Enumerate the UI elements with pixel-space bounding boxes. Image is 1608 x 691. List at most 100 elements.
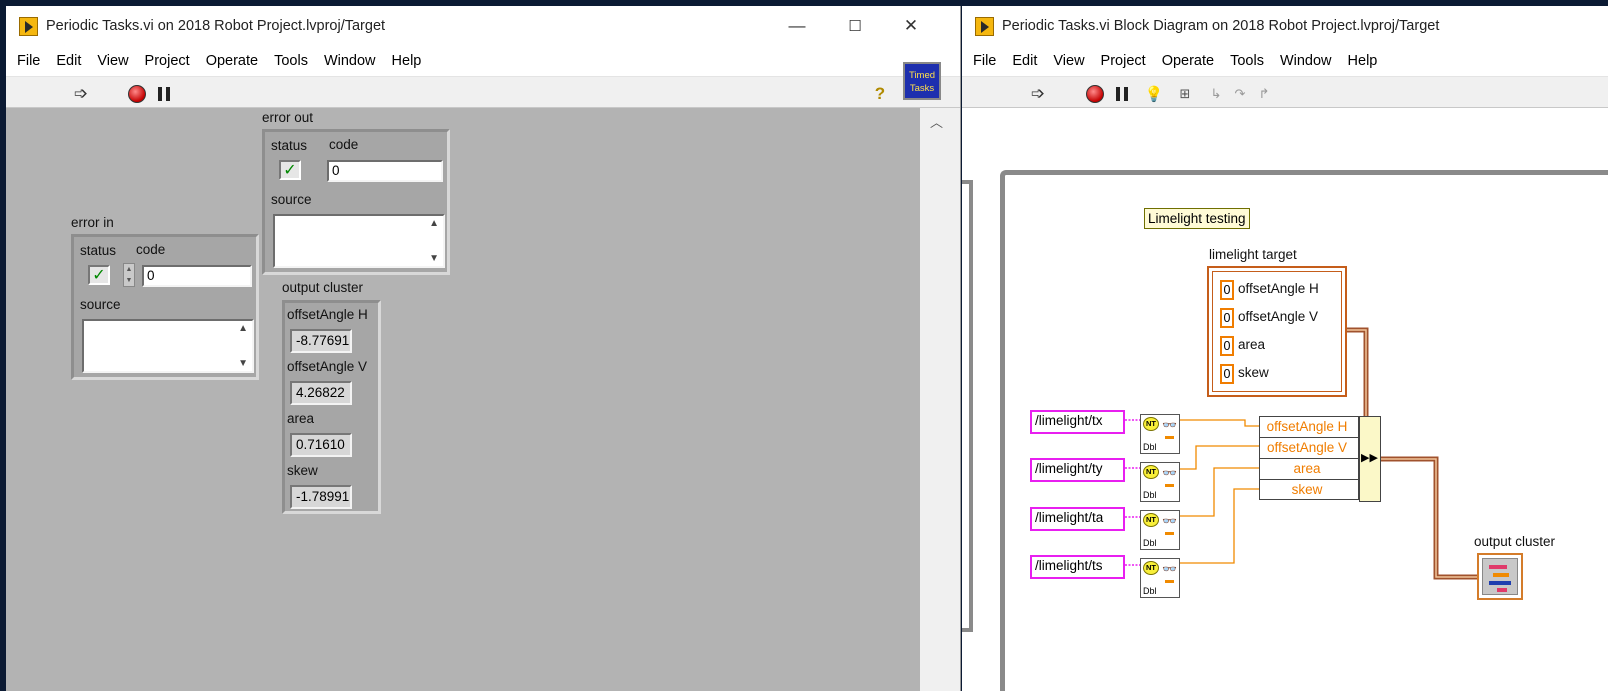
- abort-icon[interactable]: [1086, 85, 1104, 103]
- read-glasses-icon: 👓: [1162, 514, 1177, 528]
- labview-vi-icon: [975, 16, 994, 36]
- offset-angle-h-name: offsetAngle H: [1238, 281, 1319, 296]
- front-panel-scrollbar[interactable]: ︿: [920, 108, 960, 691]
- nt-read-dbl-node[interactable]: NT 👓 Dbl: [1140, 510, 1180, 550]
- limelight-target-cluster-constant[interactable]: 0 offsetAngle H 0 offsetAngle V 0 area 0…: [1207, 266, 1347, 397]
- output-cluster-label: output cluster: [282, 280, 364, 295]
- maximize-button[interactable]: ☐: [826, 6, 884, 46]
- bundle-by-name-node[interactable]: offsetAngle H offsetAngle V area skew: [1259, 416, 1359, 500]
- close-button[interactable]: ✕: [882, 6, 940, 46]
- limelight-tx-constant[interactable]: /limelight/tx: [1030, 410, 1125, 434]
- menu-help[interactable]: Help: [384, 47, 430, 75]
- scroll-up-icon[interactable]: ▲: [429, 218, 439, 229]
- offset-angle-v-label: offsetAngle V: [287, 359, 368, 374]
- nt-icon: NT: [1143, 561, 1159, 575]
- menu-project[interactable]: Project: [1093, 47, 1154, 75]
- block-diagram-menu-bar: File Edit View Project Operate Tools Win…: [962, 46, 1608, 76]
- error-in-cluster: status code ✓ ▲ ▼ 0 source ▲ ▼: [71, 234, 259, 380]
- error-out-source-label: source: [271, 192, 312, 207]
- read-glasses-icon: 👓: [1162, 466, 1177, 480]
- menu-edit[interactable]: Edit: [48, 47, 89, 75]
- dbl-label: Dbl: [1143, 442, 1157, 452]
- minimize-button[interactable]: —: [768, 6, 826, 46]
- bundle-field-offset-angle-h[interactable]: offsetAngle H: [1260, 417, 1358, 438]
- area-label: area: [287, 411, 315, 426]
- menu-edit[interactable]: Edit: [1004, 47, 1045, 75]
- outer-loop-edge: [962, 180, 973, 632]
- abort-icon[interactable]: [128, 85, 146, 103]
- menu-operate[interactable]: Operate: [1154, 47, 1222, 75]
- nt-read-dbl-node[interactable]: NT 👓 Dbl: [1140, 558, 1180, 598]
- timed-tasks-line2: Tasks: [909, 83, 935, 94]
- menu-view[interactable]: View: [1045, 47, 1092, 75]
- error-in-code-field[interactable]: 0: [142, 265, 252, 287]
- pause-icon[interactable]: [158, 87, 170, 101]
- menu-project[interactable]: Project: [137, 47, 198, 75]
- check-icon[interactable]: ✓: [88, 265, 110, 285]
- menu-tools[interactable]: Tools: [1222, 47, 1272, 75]
- error-in-label: error in: [71, 215, 114, 230]
- read-glasses-icon: 👓: [1162, 562, 1177, 576]
- block-diagram-title-bar[interactable]: Periodic Tasks.vi Block Diagram on 2018 …: [962, 6, 1608, 46]
- offset-angle-h-label: offsetAngle H: [287, 307, 368, 322]
- error-out-source-field[interactable]: ▲ ▼: [273, 214, 445, 268]
- scroll-up-icon[interactable]: ▲: [238, 323, 248, 334]
- bundle-field-area[interactable]: area: [1260, 459, 1358, 480]
- help-icon[interactable]: ?: [870, 84, 890, 104]
- menu-window[interactable]: Window: [316, 47, 384, 75]
- menu-file[interactable]: File: [9, 47, 48, 75]
- limelight-ts-constant[interactable]: /limelight/ts: [1030, 555, 1125, 579]
- limelight-ta-constant[interactable]: /limelight/ta: [1030, 507, 1125, 531]
- offset-angle-h-const[interactable]: 0: [1220, 280, 1234, 300]
- area-const[interactable]: 0: [1220, 336, 1234, 356]
- output-cluster-terminal-label: output cluster: [1474, 534, 1556, 549]
- skew-name: skew: [1238, 365, 1269, 380]
- menu-window[interactable]: Window: [1272, 47, 1340, 75]
- front-panel-canvas: error out status code ✓ 0 source ▲ ▼ err…: [6, 108, 920, 691]
- skew-value: -1.78991: [290, 485, 352, 509]
- highlight-execution-icon[interactable]: 💡: [1144, 84, 1164, 104]
- check-icon: ✓: [279, 160, 301, 180]
- front-panel-title-bar[interactable]: Periodic Tasks.vi on 2018 Robot Project.…: [6, 6, 960, 46]
- increment-decrement-icon[interactable]: ▲ ▼: [123, 263, 135, 287]
- error-out-cluster: status code ✓ 0 source ▲ ▼: [262, 129, 450, 275]
- menu-file[interactable]: File: [965, 47, 1004, 75]
- skew-label: skew: [287, 463, 318, 478]
- error-in-code-label: code: [136, 242, 166, 257]
- pause-icon[interactable]: [1116, 87, 1128, 101]
- read-glasses-icon: 👓: [1162, 418, 1177, 432]
- error-out-code-label: code: [329, 137, 359, 152]
- nt-read-dbl-node[interactable]: NT 👓 Dbl: [1140, 414, 1180, 454]
- scroll-down-icon[interactable]: ▼: [429, 253, 439, 264]
- step-into-icon[interactable]: ↳: [1206, 84, 1226, 104]
- output-cluster-terminal[interactable]: [1477, 553, 1523, 600]
- front-panel-menu-bar: File Edit View Project Operate Tools Win…: [6, 46, 960, 76]
- menu-help[interactable]: Help: [1340, 47, 1386, 75]
- run-continuously-icon[interactable]: ➩: [71, 84, 91, 104]
- offset-angle-v-const[interactable]: 0: [1220, 308, 1234, 328]
- menu-view[interactable]: View: [89, 47, 136, 75]
- run-continuously-icon[interactable]: ➩: [1028, 84, 1048, 104]
- offset-angle-h-value: -8.77691: [290, 329, 352, 353]
- bundle-field-skew[interactable]: skew: [1260, 480, 1358, 501]
- limelight-ty-constant[interactable]: /limelight/ty: [1030, 458, 1125, 482]
- step-over-icon[interactable]: ↷: [1230, 84, 1250, 104]
- block-diagram-toolbar: ➩ 💡 ⊞ ↳ ↷ ↱: [962, 76, 1608, 108]
- scroll-down-icon[interactable]: ▼: [238, 358, 248, 369]
- nt-read-dbl-node[interactable]: NT 👓 Dbl: [1140, 462, 1180, 502]
- bundle-field-offset-angle-v[interactable]: offsetAngle V: [1260, 438, 1358, 459]
- scroll-up-icon[interactable]: ︿: [930, 112, 943, 131]
- bundle-node-terminal: ▶▶: [1359, 416, 1381, 502]
- retain-wire-values-icon[interactable]: ⊞: [1175, 84, 1195, 104]
- skew-const[interactable]: 0: [1220, 364, 1234, 384]
- error-out-code-field[interactable]: 0: [327, 160, 443, 182]
- step-out-icon[interactable]: ↱: [1254, 84, 1274, 104]
- block-diagram-title: Periodic Tasks.vi Block Diagram on 2018 …: [1002, 18, 1440, 34]
- area-value: 0.71610: [290, 433, 352, 457]
- cluster-indicator-icon: [1482, 558, 1518, 595]
- limelight-testing-comment: Limelight testing: [1144, 208, 1250, 229]
- timed-tasks-icon: Timed Tasks: [903, 62, 941, 100]
- error-in-source-field[interactable]: ▲ ▼: [82, 319, 254, 373]
- menu-operate[interactable]: Operate: [198, 47, 266, 75]
- menu-tools[interactable]: Tools: [266, 47, 316, 75]
